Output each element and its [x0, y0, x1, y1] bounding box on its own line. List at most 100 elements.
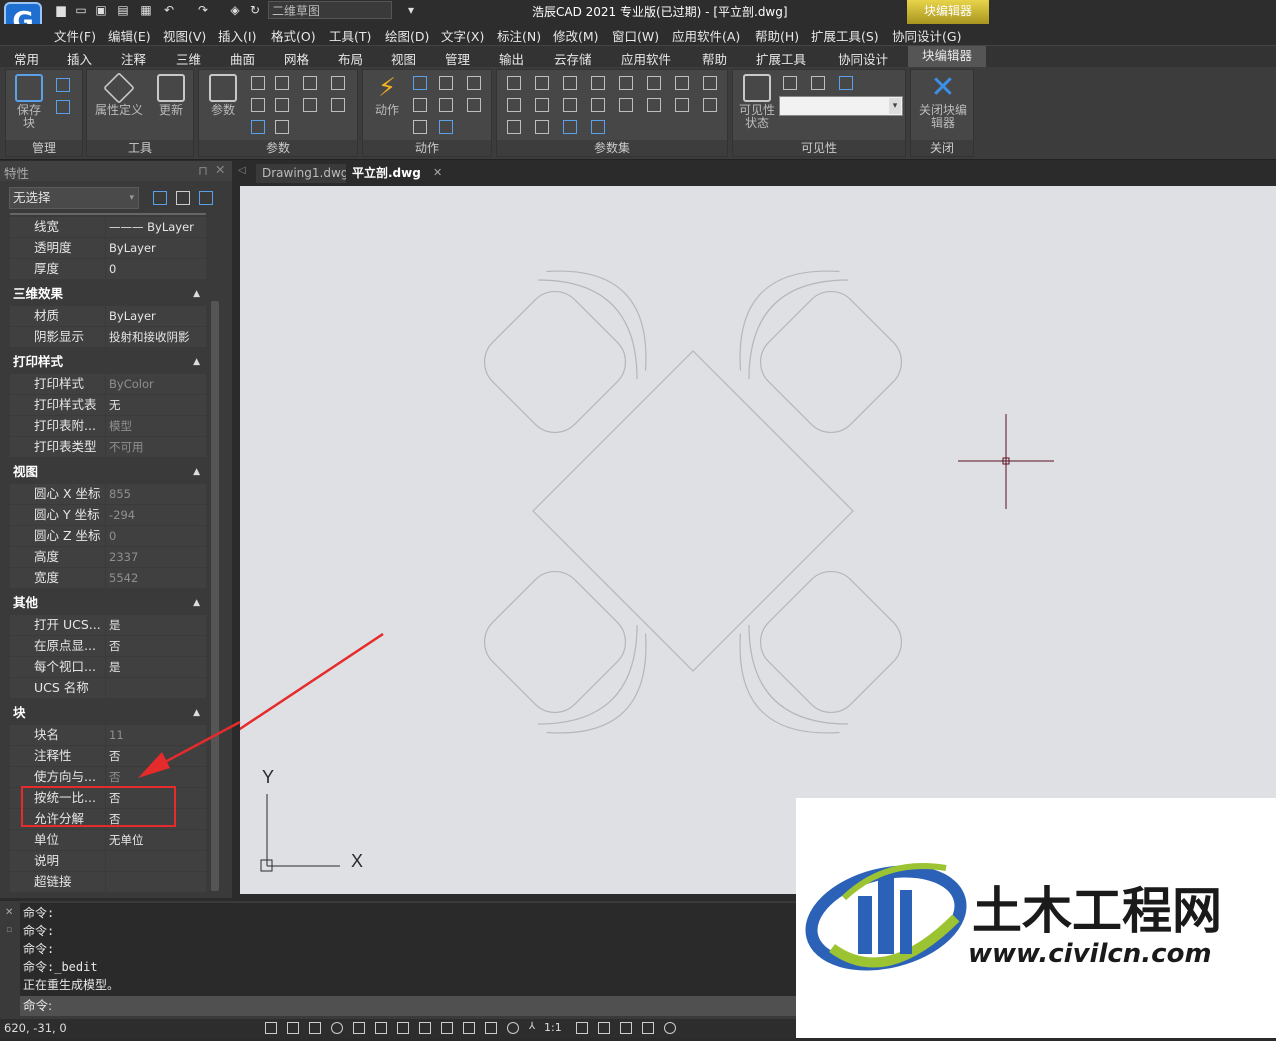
visibility-state-select[interactable]: ▾	[779, 96, 903, 116]
hardware-accel-icon[interactable]	[620, 1022, 632, 1034]
property-value[interactable]: 0	[106, 526, 206, 546]
save-block-button[interactable]: 保存块	[12, 74, 46, 130]
command-input[interactable]: 命令:	[20, 996, 796, 1016]
menu-view[interactable]: 视图(V)	[163, 26, 206, 45]
property-value[interactable]: 5542	[106, 568, 206, 588]
pin-icon[interactable]: ⊓	[198, 163, 208, 178]
paramset-xy-move-icon[interactable]	[591, 98, 605, 112]
basepoint-param-icon[interactable]	[275, 120, 289, 134]
property-value[interactable]: -294	[106, 505, 206, 525]
attribute-definition-button[interactable]: 属性定义	[91, 72, 147, 117]
make-invisible-icon[interactable]	[839, 76, 853, 90]
lineweight-icon[interactable]	[441, 1022, 453, 1034]
tab-collab[interactable]: 协同设计	[838, 49, 888, 68]
property-value[interactable]: 模型	[106, 416, 206, 436]
clean-screen-icon[interactable]	[642, 1022, 654, 1034]
tab-drawing1[interactable]: Drawing1.dwg	[256, 164, 355, 183]
make-visible-icon[interactable]	[811, 76, 825, 90]
annotation-visibility-icon[interactable]	[576, 1022, 588, 1034]
otrack-icon[interactable]	[375, 1022, 387, 1034]
menu-text[interactable]: 文字(X)	[441, 26, 484, 45]
menu-collab[interactable]: 协同设计(G)	[892, 26, 961, 45]
scale-action-icon[interactable]	[439, 76, 453, 90]
section-header-s3d[interactable]: 三维效果 ▲	[10, 284, 206, 304]
property-row[interactable]: 打印样式 ByColor	[10, 374, 206, 395]
property-value[interactable]: 否	[106, 788, 206, 808]
tab-mesh[interactable]: 网格	[284, 49, 309, 68]
paramset-linear-movepair-icon[interactable]	[619, 76, 633, 90]
osnap-icon[interactable]	[353, 1022, 365, 1034]
paramset-rotation-icon[interactable]	[507, 120, 521, 134]
vis-mode-icon[interactable]	[783, 76, 797, 90]
close-palette-icon[interactable]: ✕	[215, 162, 225, 177]
property-value[interactable]: 否	[106, 767, 206, 787]
select-objects-icon[interactable]	[176, 191, 190, 205]
property-row[interactable]: 线宽 ——— ByLayer	[10, 217, 206, 238]
annotation-scale-icon[interactable]: ⅄	[529, 1022, 541, 1034]
property-value[interactable]: 不可用	[106, 437, 206, 457]
tab-apps[interactable]: 应用软件	[621, 49, 671, 68]
paramset-linear-stretchpair-icon[interactable]	[647, 76, 661, 90]
polar-icon[interactable]	[331, 1022, 343, 1034]
lookup-param-icon[interactable]	[251, 120, 265, 134]
property-row[interactable]: 在原点显... 否	[10, 636, 206, 657]
close-command-icon[interactable]: ✕	[5, 907, 13, 918]
property-row[interactable]: 圆心 Y 坐标 -294	[10, 505, 206, 526]
property-row[interactable]: 材质 ByLayer	[10, 306, 206, 327]
property-row[interactable]: 块名 11	[10, 725, 206, 746]
menu-help[interactable]: 帮助(H)	[755, 26, 799, 45]
property-value[interactable]: ——— ByLayer	[106, 217, 206, 237]
toggle-pickadd-icon[interactable]	[153, 191, 167, 205]
property-row[interactable]: 允许分解否	[10, 809, 206, 830]
tab-pinglipou[interactable]: 平立剖.dwg	[346, 164, 427, 183]
tab-cloud[interactable]: 云存储	[554, 49, 592, 68]
paramset-lookup-icon[interactable]	[591, 120, 605, 134]
ortho-icon[interactable]	[309, 1022, 321, 1034]
tab-layout[interactable]: 布局	[338, 49, 363, 68]
move-action-icon[interactable]	[413, 76, 427, 90]
property-value[interactable]	[106, 678, 206, 698]
menu-extensions[interactable]: 扩展工具(S)	[811, 26, 879, 45]
open-file-icon[interactable]: ▭	[74, 3, 88, 17]
paramset-xy-moveboxset-icon[interactable]	[647, 98, 661, 112]
save-icon[interactable]: ▣	[94, 3, 108, 17]
paramset-xy-movepair-icon[interactable]	[619, 98, 633, 112]
property-row[interactable]: 使方向与... 否	[10, 767, 206, 788]
menu-draw[interactable]: 绘图(D)	[385, 26, 429, 45]
alignment-param-icon[interactable]	[275, 98, 289, 112]
paramset-xy-stretchboxset-icon[interactable]	[675, 98, 689, 112]
property-row[interactable]: 每个视口... 是	[10, 657, 206, 678]
lookup-action-icon[interactable]	[439, 120, 453, 134]
annotation-scale-value[interactable]: 1:1	[544, 1021, 562, 1034]
property-value[interactable]: 11	[106, 725, 206, 745]
property-row[interactable]: 阴影显示 投射和接收阴影	[10, 327, 206, 348]
property-value[interactable]: 0	[106, 259, 206, 279]
paramset-point-move-icon[interactable]	[507, 76, 521, 90]
property-row[interactable]: 高度 2337	[10, 547, 206, 568]
property-value[interactable]: 是	[106, 657, 206, 677]
property-value[interactable]: 否	[106, 746, 206, 766]
paramset-linear-move-icon[interactable]	[535, 76, 549, 90]
selection-cycling-icon[interactable]	[463, 1022, 475, 1034]
paramset-flip-icon[interactable]	[535, 120, 549, 134]
property-row[interactable]: 圆心 X 坐标 855	[10, 484, 206, 505]
customize-icon[interactable]: ▾	[404, 3, 418, 17]
section-header-plot[interactable]: 打印样式 ▲	[10, 352, 206, 372]
property-value[interactable]: 无单位	[106, 830, 206, 850]
tab-annotate[interactable]: 注释	[121, 49, 146, 68]
refresh-icon[interactable]: ↻	[248, 3, 262, 17]
property-value[interactable]: 855	[106, 484, 206, 504]
property-value[interactable]: ByLayer	[106, 238, 206, 258]
property-row[interactable]: 透明度 ByLayer	[10, 238, 206, 259]
parameter-button[interactable]: 参数	[205, 74, 241, 117]
property-value[interactable]	[106, 872, 206, 892]
stretch-action-icon[interactable]	[467, 76, 481, 90]
properties-scrollbar[interactable]	[211, 301, 219, 891]
property-value[interactable]: 投射和接收阴影	[106, 327, 206, 347]
xy-param-icon[interactable]	[331, 76, 345, 90]
new-file-icon[interactable]: ▆	[54, 3, 68, 17]
command-options-icon[interactable]: ▫	[6, 925, 12, 935]
drawing-canvas[interactable]: Y X	[183, 186, 1276, 894]
paramset-polar-move-icon[interactable]	[675, 76, 689, 90]
point-param-icon[interactable]	[251, 76, 265, 90]
